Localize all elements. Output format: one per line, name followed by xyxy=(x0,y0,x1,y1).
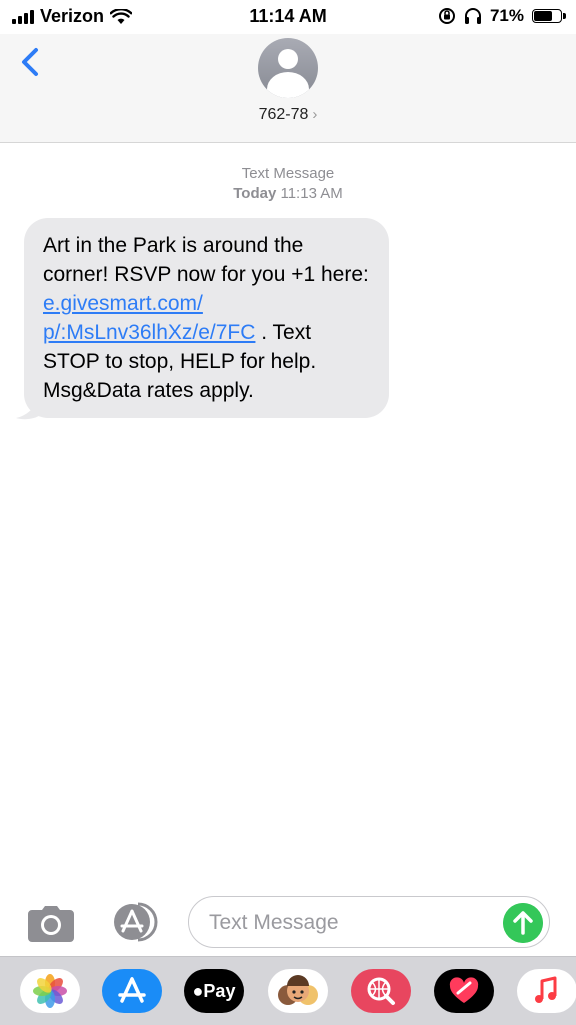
app-drawer: ●Pay xyxy=(0,956,576,1025)
web-search-button[interactable] xyxy=(351,969,411,1013)
send-button[interactable] xyxy=(503,903,543,943)
battery-icon xyxy=(532,9,566,23)
compose-bar: Text Message xyxy=(0,894,576,954)
status-bar: Verizon 11:14 AM 71% xyxy=(0,0,576,34)
music-button[interactable] xyxy=(517,969,576,1013)
apps-button[interactable] xyxy=(108,900,162,944)
music-icon xyxy=(535,976,557,1003)
app-store-button[interactable] xyxy=(102,969,162,1013)
message-meta: Text Message Today 11:13 AM xyxy=(0,164,576,204)
app-store-icon xyxy=(118,977,146,1003)
digital-touch-icon xyxy=(449,977,479,1003)
message-time: 11:13 AM xyxy=(280,185,343,202)
apple-pay-label: Pay xyxy=(203,981,236,1001)
service-label: Text Message xyxy=(241,165,335,182)
message-day: Today xyxy=(233,185,277,202)
contact-avatar[interactable] xyxy=(258,38,318,98)
photos-app-button[interactable] xyxy=(20,969,80,1013)
apple-logo-icon: ● xyxy=(192,981,204,1001)
camera-button[interactable] xyxy=(26,904,76,944)
message-text: Art in the Park is around the corner! RS… xyxy=(43,234,369,286)
memoji-button[interactable] xyxy=(268,969,328,1013)
message-link[interactable]: e.givesmart.com/p/:MsLnv36lhXz/e/7FC xyxy=(43,292,255,344)
camera-icon xyxy=(28,906,74,942)
app-store-icon xyxy=(114,902,158,942)
web-search-icon xyxy=(367,977,395,1005)
conversation-header: 762-78 › xyxy=(0,34,576,143)
apple-pay-button[interactable]: ●Pay xyxy=(184,969,244,1013)
memoji-icon xyxy=(278,975,318,1005)
message-bubble[interactable]: Art in the Park is around the corner! RS… xyxy=(24,218,389,418)
photos-icon xyxy=(33,974,67,1008)
digital-touch-button[interactable] xyxy=(434,969,494,1013)
battery-percentage: 71% xyxy=(489,6,524,25)
message-input-placeholder: Text Message xyxy=(209,911,339,934)
orientation-lock-icon xyxy=(438,8,455,24)
contact-number: 762-78 xyxy=(258,106,309,123)
chevron-left-icon xyxy=(22,48,38,76)
person-silhouette-icon xyxy=(278,49,298,69)
contact-name[interactable]: 762-78 › xyxy=(0,106,576,124)
message-input[interactable]: Text Message xyxy=(188,896,550,948)
back-button[interactable] xyxy=(14,44,50,80)
chevron-right-icon: › xyxy=(312,106,318,123)
headphones-icon xyxy=(464,8,481,24)
